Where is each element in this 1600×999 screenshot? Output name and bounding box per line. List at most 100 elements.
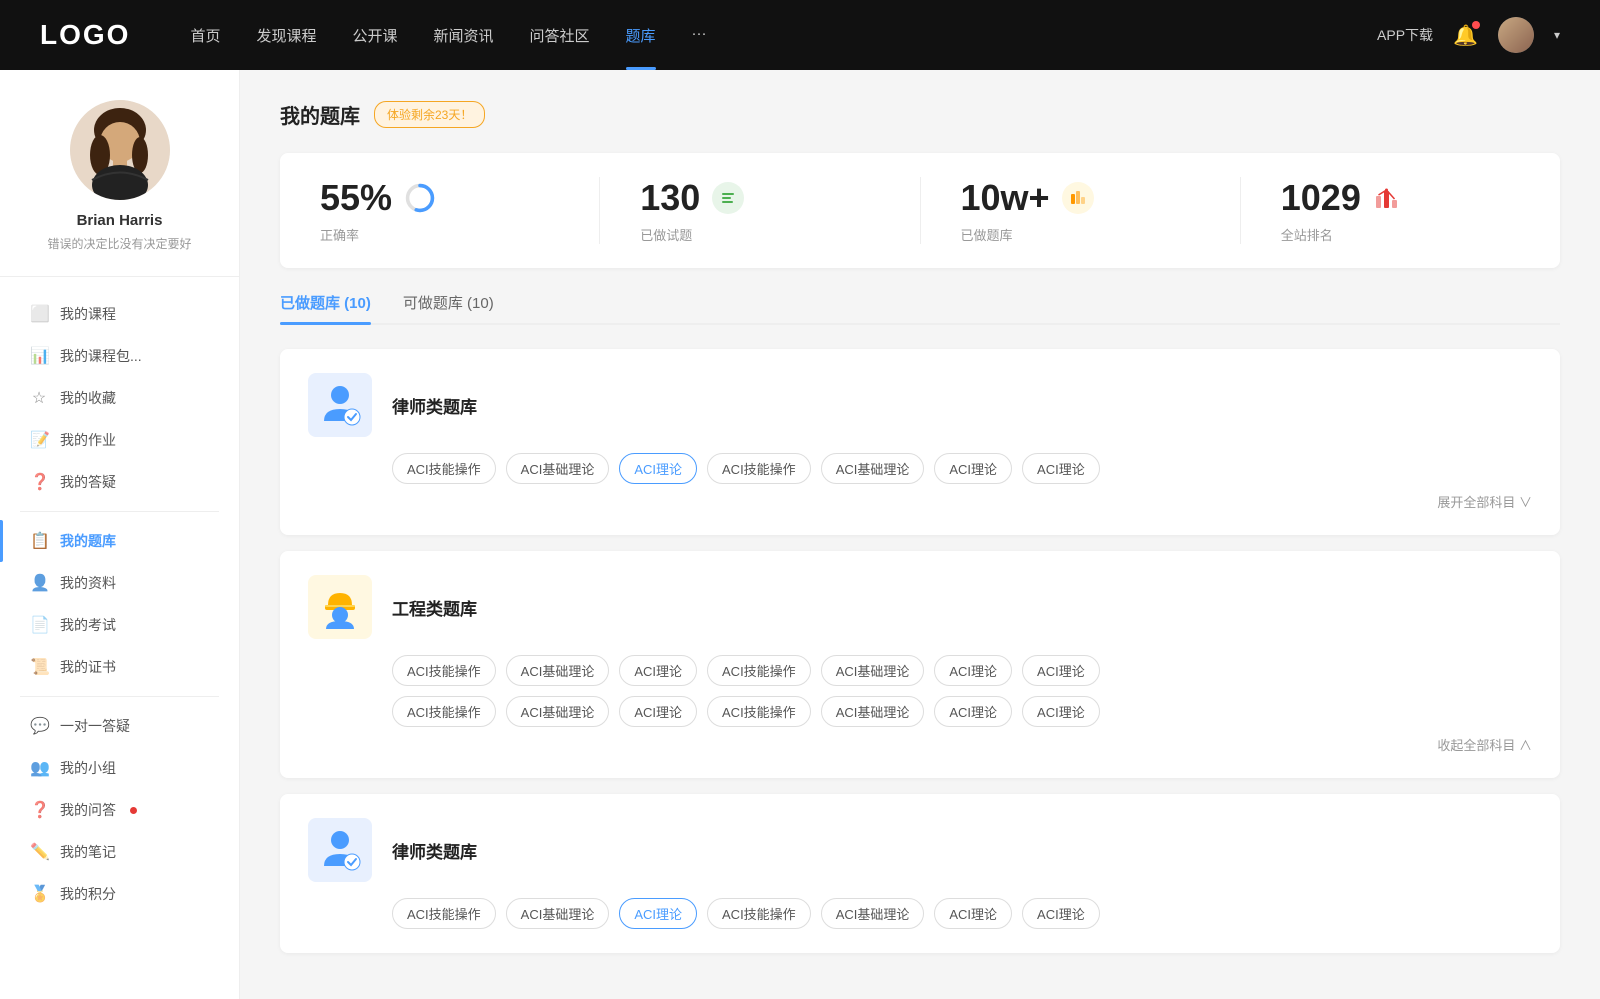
tag[interactable]: ACI技能操作 xyxy=(707,453,811,484)
tag[interactable]: ACI理论 xyxy=(1022,696,1100,727)
profile-icon: 👤 xyxy=(30,573,48,593)
user-avatar[interactable] xyxy=(1498,17,1534,53)
tag[interactable]: ACI理论 xyxy=(934,898,1012,929)
nav-link-discover[interactable]: 发现课程 xyxy=(256,25,316,46)
sidebar-item-profile[interactable]: 👤 我的资料 xyxy=(0,562,239,604)
courses-icon: ⬜ xyxy=(30,304,48,324)
qbank-tags-engineer-row2: ACI技能操作 ACI基础理论 ACI理论 ACI技能操作 ACI基础理论 AC… xyxy=(308,696,1532,727)
tag[interactable]: ACI基础理论 xyxy=(506,898,610,929)
sidebar-item-my-courses[interactable]: ⬜ 我的课程 xyxy=(0,293,239,335)
sidebar-item-homework[interactable]: 📝 我的作业 xyxy=(0,419,239,461)
sidebar-item-notes[interactable]: ✏️ 我的笔记 xyxy=(0,831,239,873)
sidebar-item-points[interactable]: 🏅 我的积分 xyxy=(0,873,239,915)
sidebar-item-label: 我的积分 xyxy=(60,884,116,904)
tag[interactable]: ACI技能操作 xyxy=(392,898,496,929)
page-title: 我的题库 xyxy=(280,100,360,129)
tag[interactable]: ACI技能操作 xyxy=(392,696,496,727)
lawyer-icon-2 xyxy=(316,826,364,874)
sidebar-menu: ⬜ 我的课程 📊 我的课程包... ☆ 我的收藏 📝 我的作业 ❓ 我的答疑 📋 xyxy=(0,277,239,931)
nav-links: 首页 发现课程 公开课 新闻资讯 问答社区 题库 ··· xyxy=(190,25,1377,46)
tag[interactable]: ACI技能操作 xyxy=(707,696,811,727)
qbank-tags-engineer-row1: ACI技能操作 ACI基础理论 ACI理论 ACI技能操作 ACI基础理论 AC… xyxy=(308,655,1532,686)
qa-icon: ❓ xyxy=(30,472,48,492)
tag[interactable]: ACI基础理论 xyxy=(821,655,925,686)
nav-link-news[interactable]: 新闻资讯 xyxy=(434,25,494,46)
tag[interactable]: ACI技能操作 xyxy=(392,655,496,686)
avatar-illustration xyxy=(70,100,170,200)
tag[interactable]: ACI基础理论 xyxy=(821,696,925,727)
qbank-card-lawyer-1: 律师类题库 ACI技能操作 ACI基础理论 ACI理论 ACI技能操作 ACI基… xyxy=(280,349,1560,535)
tabs-bar: 已做题库 (10) 可做题库 (10) xyxy=(280,292,1560,325)
tag[interactable]: ACI基础理论 xyxy=(506,696,610,727)
app-download-button[interactable]: APP下载 xyxy=(1377,25,1433,45)
stat-label-questions: 已做试题 xyxy=(640,225,692,244)
stat-questions: 130 已做试题 xyxy=(600,177,920,244)
sidebar-item-favorites[interactable]: ☆ 我的收藏 xyxy=(0,377,239,419)
user-dropdown-arrow[interactable]: ▾ xyxy=(1554,28,1560,42)
qbank-footer-2: 收起全部科目 ∧ xyxy=(308,727,1532,754)
qbank-card-engineer: 工程类题库 ACI技能操作 ACI基础理论 ACI理论 ACI技能操作 ACI基… xyxy=(280,551,1560,778)
my-qa-icon: ❓ xyxy=(30,800,48,820)
stat-label-ranking: 全站排名 xyxy=(1281,225,1333,244)
tag[interactable]: ACI基础理论 xyxy=(821,453,925,484)
exam-icon: 📄 xyxy=(30,615,48,635)
tag-active[interactable]: ACI理论 xyxy=(619,898,697,929)
tag[interactable]: ACI理论 xyxy=(934,655,1012,686)
qbank-tags-lawyer-2: ACI技能操作 ACI基础理论 ACI理论 ACI技能操作 ACI基础理论 AC… xyxy=(308,898,1532,929)
notification-dot xyxy=(1472,21,1480,29)
nav-logo[interactable]: LOGO xyxy=(40,19,130,51)
qbank-header-lawyer-2: 律师类题库 xyxy=(308,818,1532,882)
tag[interactable]: ACI基础理论 xyxy=(506,655,610,686)
tag[interactable]: ACI理论 xyxy=(934,453,1012,484)
sidebar-item-qa[interactable]: ❓ 我的答疑 xyxy=(0,461,239,503)
qbank-tags-lawyer-1: ACI技能操作 ACI基础理论 ACI理论 ACI技能操作 ACI基础理论 AC… xyxy=(308,453,1532,484)
nav-link-more[interactable]: ··· xyxy=(692,25,707,46)
tag-active[interactable]: ACI理论 xyxy=(619,453,697,484)
ranking-icon xyxy=(1373,184,1401,212)
nav-link-qbank[interactable]: 题库 xyxy=(626,25,656,46)
sidebar-item-label: 我的作业 xyxy=(60,430,116,450)
tag[interactable]: ACI技能操作 xyxy=(392,453,496,484)
navbar: LOGO 首页 发现课程 公开课 新闻资讯 问答社区 题库 ··· APP下载 … xyxy=(0,0,1600,70)
sidebar-item-label: 我的证书 xyxy=(60,657,116,677)
stat-value-accuracy: 55% xyxy=(320,177,392,219)
sidebar-item-certificate[interactable]: 📜 我的证书 xyxy=(0,646,239,688)
profile-name: Brian Harris xyxy=(77,212,163,229)
qbank-icon-lawyer-2 xyxy=(308,818,372,882)
tab-done[interactable]: 已做题库 (10) xyxy=(280,292,371,323)
stat-top-r: 1029 xyxy=(1281,177,1401,219)
sidebar-divider-2 xyxy=(20,696,219,697)
tag[interactable]: ACI基础理论 xyxy=(506,453,610,484)
stat-banks: 10w+ 已做题库 xyxy=(921,177,1241,244)
tag[interactable]: ACI理论 xyxy=(619,696,697,727)
tab-available[interactable]: 可做题库 (10) xyxy=(403,292,494,323)
notes-icon: ✏️ xyxy=(30,842,48,862)
tag[interactable]: ACI理论 xyxy=(934,696,1012,727)
nav-link-open[interactable]: 公开课 xyxy=(352,25,397,46)
sidebar-item-label: 我的课程 xyxy=(60,304,116,324)
qbank-header: 律师类题库 xyxy=(308,373,1532,437)
tag[interactable]: ACI理论 xyxy=(1022,453,1100,484)
tag[interactable]: ACI基础理论 xyxy=(821,898,925,929)
nav-link-home[interactable]: 首页 xyxy=(190,25,220,46)
tag[interactable]: ACI理论 xyxy=(1022,655,1100,686)
stat-accuracy: 55% 正确率 xyxy=(280,177,600,244)
expand-link-1[interactable]: 展开全部科目 ∨ xyxy=(1437,492,1532,511)
tag[interactable]: ACI理论 xyxy=(1022,898,1100,929)
sidebar-item-exam[interactable]: 📄 我的考试 xyxy=(0,604,239,646)
nav-link-qa[interactable]: 问答社区 xyxy=(530,25,590,46)
qbank-icon-engineer xyxy=(308,575,372,639)
package-icon: 📊 xyxy=(30,346,48,366)
collapse-link-2[interactable]: 收起全部科目 ∧ xyxy=(1437,735,1532,754)
notification-bell[interactable]: 🔔 xyxy=(1453,23,1478,48)
sidebar: Brian Harris 错误的决定比没有决定要好 ⬜ 我的课程 📊 我的课程包… xyxy=(0,70,240,999)
sidebar-item-label: 我的题库 xyxy=(60,531,116,551)
tag[interactable]: ACI技能操作 xyxy=(707,655,811,686)
sidebar-item-course-package[interactable]: 📊 我的课程包... xyxy=(0,335,239,377)
sidebar-item-tutor[interactable]: 💬 一对一答疑 xyxy=(0,705,239,747)
sidebar-item-group[interactable]: 👥 我的小组 xyxy=(0,747,239,789)
tag[interactable]: ACI理论 xyxy=(619,655,697,686)
tag[interactable]: ACI技能操作 xyxy=(707,898,811,929)
sidebar-item-my-qa[interactable]: ❓ 我的问答 xyxy=(0,789,239,831)
sidebar-item-qbank[interactable]: 📋 我的题库 xyxy=(0,520,239,562)
